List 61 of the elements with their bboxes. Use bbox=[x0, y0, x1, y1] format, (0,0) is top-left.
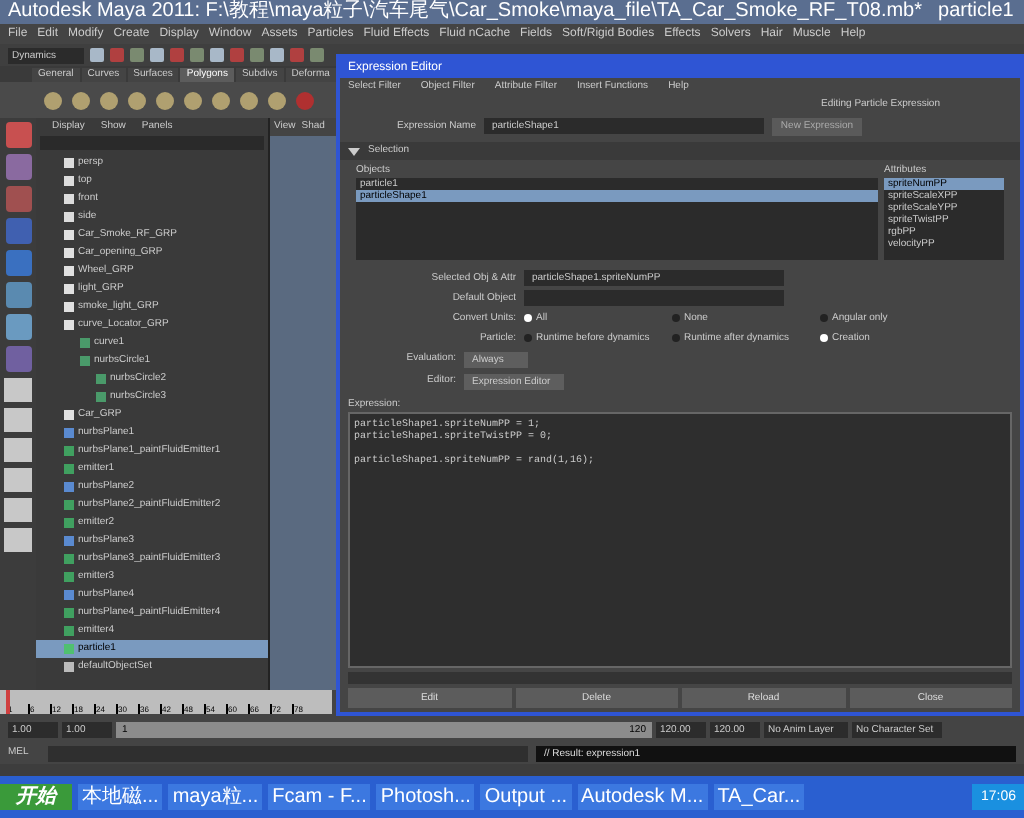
node-icon bbox=[64, 410, 74, 420]
node-icon bbox=[80, 338, 90, 348]
radio-button[interactable] bbox=[672, 334, 680, 342]
layout-icon[interactable] bbox=[4, 378, 32, 402]
node-icon bbox=[64, 500, 74, 510]
tool-icon[interactable] bbox=[5, 314, 31, 340]
node-icon bbox=[64, 284, 74, 294]
node-icon bbox=[96, 374, 106, 384]
tool-icon[interactable] bbox=[5, 250, 31, 276]
tool-icon[interactable] bbox=[5, 282, 31, 308]
radio-button[interactable] bbox=[820, 334, 828, 342]
node-icon bbox=[64, 320, 74, 330]
node-icon bbox=[64, 644, 74, 654]
node-icon bbox=[64, 248, 74, 258]
node-icon bbox=[64, 626, 74, 636]
node-icon bbox=[64, 266, 74, 276]
node-icon bbox=[64, 230, 74, 240]
taskbar-button[interactable]: Autodesk M... bbox=[577, 784, 708, 810]
node-icon bbox=[64, 536, 74, 546]
tool-icon[interactable] bbox=[5, 154, 31, 180]
node-icon bbox=[64, 176, 74, 186]
layout-icon[interactable] bbox=[4, 528, 32, 552]
layout-icon[interactable] bbox=[4, 498, 32, 522]
node-icon bbox=[64, 158, 74, 168]
node-icon bbox=[80, 356, 90, 366]
taskbar-button[interactable]: Output ... bbox=[480, 784, 572, 810]
node-icon bbox=[64, 482, 74, 492]
taskbar-button[interactable]: 本地磁... bbox=[78, 784, 163, 810]
taskbar-button[interactable]: maya粒... bbox=[168, 784, 263, 810]
taskbar-button[interactable]: Photosh... bbox=[376, 784, 475, 810]
radio-button[interactable] bbox=[524, 334, 532, 342]
default-object-field[interactable] bbox=[524, 290, 784, 306]
taskbar-button[interactable]: TA_Car... bbox=[713, 784, 805, 810]
node-icon bbox=[64, 608, 74, 618]
layout-icon[interactable] bbox=[4, 408, 32, 432]
tool-icon[interactable] bbox=[5, 122, 31, 148]
layout-icon[interactable] bbox=[4, 468, 32, 492]
node-icon bbox=[64, 518, 74, 528]
radio-button[interactable] bbox=[820, 314, 828, 322]
current-frame-marker[interactable] bbox=[6, 690, 10, 714]
node-icon bbox=[64, 302, 74, 312]
window-subtitle: particle1 bbox=[938, 2, 1014, 22]
node-icon bbox=[64, 662, 74, 672]
tool-icon[interactable] bbox=[5, 218, 31, 244]
layout-icon[interactable] bbox=[4, 438, 32, 462]
node-icon bbox=[64, 464, 74, 474]
tool-icon[interactable] bbox=[5, 186, 31, 212]
node-icon bbox=[64, 446, 74, 456]
node-icon bbox=[64, 428, 74, 438]
node-icon bbox=[64, 554, 74, 564]
tool-icon[interactable] bbox=[5, 346, 31, 372]
node-icon bbox=[64, 572, 74, 582]
expand-icon bbox=[348, 147, 360, 155]
taskbar-button[interactable]: Fcam - F... bbox=[268, 784, 371, 810]
radio-button[interactable] bbox=[524, 314, 532, 322]
node-icon bbox=[96, 392, 106, 402]
radio-button[interactable] bbox=[672, 314, 680, 322]
node-icon bbox=[64, 590, 74, 600]
start-button[interactable]: 开始 bbox=[0, 784, 72, 810]
node-icon bbox=[64, 212, 74, 222]
node-icon bbox=[64, 194, 74, 204]
